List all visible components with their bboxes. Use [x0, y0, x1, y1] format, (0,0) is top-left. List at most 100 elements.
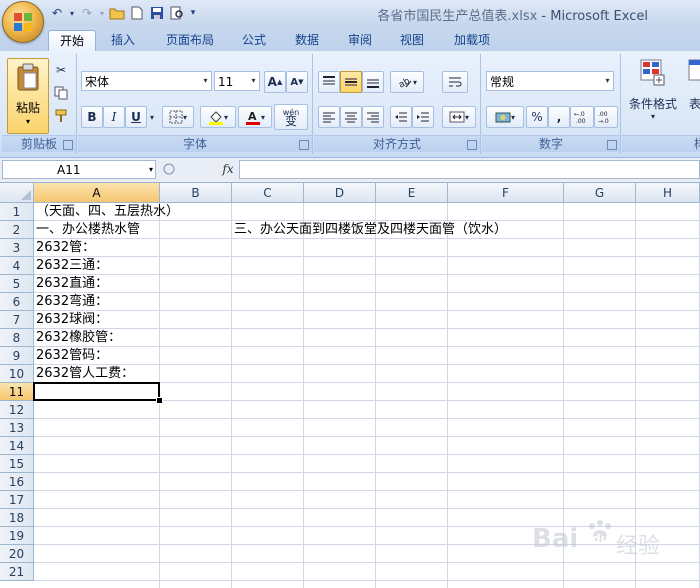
- conditional-format-button[interactable]: 条件格式 ▾: [624, 58, 682, 136]
- row-header-17[interactable]: 17: [0, 491, 34, 509]
- row-header-7[interactable]: 7: [0, 311, 34, 329]
- alignment-launcher-icon[interactable]: [467, 140, 477, 150]
- phonetic-bian: 变: [284, 114, 297, 128]
- wrap-text-icon[interactable]: [442, 71, 468, 93]
- cell-A6[interactable]: 2632弯通：: [34, 293, 108, 311]
- tab-data[interactable]: 数据: [284, 30, 330, 51]
- font-size-dropdown-icon[interactable]: ▾: [248, 72, 259, 90]
- align-bottom-icon[interactable]: [362, 71, 384, 93]
- tab-addins[interactable]: 加载项: [444, 30, 500, 51]
- phonetic-guide-button[interactable]: wén 变: [274, 104, 308, 130]
- bold-button[interactable]: B: [81, 106, 103, 128]
- column-header-H[interactable]: H: [636, 183, 700, 203]
- row-header-11[interactable]: 11: [0, 383, 34, 401]
- cell-A2[interactable]: 一、办公楼热水管: [34, 221, 140, 239]
- tab-page-layout[interactable]: 页面布局: [158, 30, 222, 51]
- font-color-button[interactable]: A ▾: [238, 106, 272, 128]
- italic-button[interactable]: I: [103, 106, 125, 128]
- cell-A8[interactable]: 2632橡胶管：: [34, 329, 121, 347]
- number-format-combo[interactable]: 常规 ▾: [486, 71, 614, 91]
- accounting-format-button[interactable]: ▾: [486, 106, 524, 128]
- decrease-indent-icon[interactable]: [390, 106, 412, 128]
- row-header-15[interactable]: 15: [0, 455, 34, 473]
- name-box-dropdown-icon[interactable]: ▾: [149, 161, 153, 179]
- row-header-13[interactable]: 13: [0, 419, 34, 437]
- select-all-corner[interactable]: [0, 183, 34, 203]
- font-name-dropdown-icon[interactable]: ▾: [200, 72, 211, 90]
- cell-A4[interactable]: 2632三通：: [34, 257, 108, 275]
- tab-view[interactable]: 视图: [390, 30, 434, 51]
- fill-color-button[interactable]: ▾: [200, 106, 236, 128]
- grow-font-icon[interactable]: A ▲: [264, 71, 286, 93]
- align-top-icon[interactable]: [318, 71, 340, 93]
- column-header-F[interactable]: F: [448, 183, 564, 203]
- shrink-font-icon[interactable]: A ▼: [286, 71, 308, 93]
- formula-input[interactable]: [239, 160, 700, 179]
- percent-style-button[interactable]: %: [526, 106, 548, 128]
- merge-center-button[interactable]: ▾: [442, 106, 476, 128]
- align-right-icon[interactable]: [362, 106, 384, 128]
- row-header-6[interactable]: 6: [0, 293, 34, 311]
- underline-button[interactable]: U: [125, 106, 147, 128]
- orientation-button[interactable]: ab ▾: [390, 71, 424, 93]
- insert-function-button[interactable]: fx: [218, 160, 238, 179]
- align-center-icon[interactable]: [340, 106, 362, 128]
- font-name-combo[interactable]: 宋体 ▾: [81, 71, 212, 91]
- cell-A3[interactable]: 2632管：: [34, 239, 95, 257]
- clipboard-launcher-icon[interactable]: [63, 140, 73, 150]
- copy-icon[interactable]: [50, 82, 72, 104]
- resize-handle-icon[interactable]: [162, 162, 176, 176]
- row-header-1[interactable]: 1: [0, 203, 34, 221]
- column-header-C[interactable]: C: [232, 183, 304, 203]
- tab-insert[interactable]: 插入: [100, 30, 146, 51]
- row-header-8[interactable]: 8: [0, 329, 34, 347]
- cell-A1[interactable]: （天面、四、五层热水）: [34, 203, 179, 221]
- cell-A5[interactable]: 2632直通：: [34, 275, 108, 293]
- row-header-12[interactable]: 12: [0, 401, 34, 419]
- cut-icon[interactable]: ✂: [50, 59, 72, 81]
- comma-style-button[interactable]: ,: [548, 106, 570, 128]
- decrease-decimal-icon[interactable]: .00 →.0: [594, 106, 618, 128]
- align-middle-icon[interactable]: [340, 71, 362, 93]
- row-header-2[interactable]: 2: [0, 221, 34, 239]
- cell-A9[interactable]: 2632管码：: [34, 347, 108, 365]
- increase-indent-icon[interactable]: [412, 106, 434, 128]
- name-box[interactable]: A11 ▾: [2, 160, 156, 179]
- table-format-button[interactable]: 表格: [682, 58, 700, 136]
- office-button[interactable]: [2, 1, 44, 43]
- increase-decimal-icon[interactable]: ←.0.00: [570, 106, 594, 128]
- borders-button[interactable]: ▾: [162, 106, 194, 128]
- row-header-21[interactable]: 21: [0, 563, 34, 581]
- row-header-3[interactable]: 3: [0, 239, 34, 257]
- tab-formulas[interactable]: 公式: [232, 30, 276, 51]
- row-header-16[interactable]: 16: [0, 473, 34, 491]
- row-header-18[interactable]: 18: [0, 509, 34, 527]
- number-launcher-icon[interactable]: [607, 140, 617, 150]
- align-left-icon[interactable]: [318, 106, 340, 128]
- cell-A10[interactable]: 2632管人工费：: [34, 365, 134, 383]
- column-header-A[interactable]: A: [34, 183, 160, 203]
- cell-A7[interactable]: 2632球阀：: [34, 311, 108, 329]
- cell-C2[interactable]: 三、办公天面到四楼饭堂及四楼天面管（饮水）: [232, 221, 507, 239]
- active-cell-A11[interactable]: [33, 382, 160, 401]
- row-header-5[interactable]: 5: [0, 275, 34, 293]
- row-header-10[interactable]: 10: [0, 365, 34, 383]
- row-header-9[interactable]: 9: [0, 347, 34, 365]
- column-header-B[interactable]: B: [160, 183, 232, 203]
- column-header-D[interactable]: D: [304, 183, 376, 203]
- column-header-G[interactable]: G: [564, 183, 636, 203]
- row-header-20[interactable]: 20: [0, 545, 34, 563]
- row-header-4[interactable]: 4: [0, 257, 34, 275]
- format-painter-icon[interactable]: [50, 105, 72, 127]
- row-header-14[interactable]: 14: [0, 437, 34, 455]
- underline-dropdown-icon[interactable]: ▾: [146, 106, 158, 128]
- tab-review[interactable]: 审阅: [338, 30, 382, 51]
- font-launcher-icon[interactable]: [299, 140, 309, 150]
- tab-home[interactable]: 开始: [48, 30, 96, 52]
- number-format-dropdown-icon[interactable]: ▾: [602, 72, 613, 90]
- row-header-19[interactable]: 19: [0, 527, 34, 545]
- column-header-E[interactable]: E: [376, 183, 448, 203]
- font-size-combo[interactable]: 11 ▾: [214, 71, 260, 91]
- paste-button[interactable]: 粘贴 ▾: [7, 58, 49, 134]
- fill-handle[interactable]: [156, 397, 163, 404]
